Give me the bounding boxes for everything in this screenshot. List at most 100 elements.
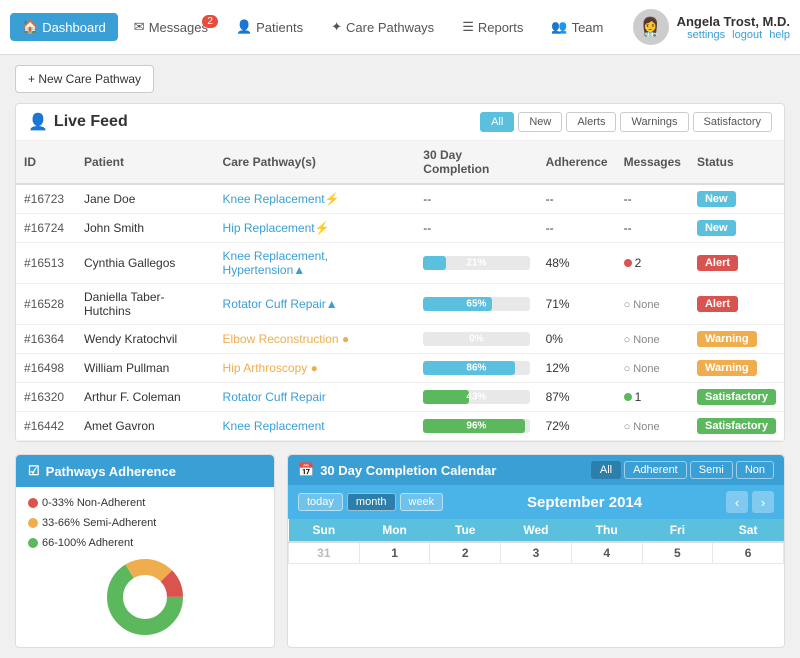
calendar-header: 📅 30 Day Completion Calendar All Adheren… bbox=[288, 455, 784, 485]
logout-link[interactable]: logout bbox=[732, 29, 762, 41]
cell-id: #16364 bbox=[16, 325, 76, 354]
calendar-icon: 📅 bbox=[298, 462, 314, 478]
table-row: #16364Wendy KratochvilElbow Reconstructi… bbox=[16, 325, 784, 354]
calendar-nav: ‹ › bbox=[726, 491, 774, 513]
cell-patient: Amet Gavron bbox=[76, 412, 215, 441]
cell-id: #16723 bbox=[16, 184, 76, 214]
cell-messages: 2 bbox=[616, 243, 689, 284]
cell-adherence: 12% bbox=[538, 354, 616, 383]
cell-completion: 96% bbox=[415, 412, 537, 441]
cal-filter-semi[interactable]: Semi bbox=[690, 461, 733, 479]
filter-warnings[interactable]: Warnings bbox=[620, 112, 688, 132]
home-icon: 🏠 bbox=[22, 19, 38, 35]
col-patient: Patient bbox=[76, 141, 215, 184]
cal-week-btn[interactable]: week bbox=[400, 493, 444, 511]
cal-month-btn[interactable]: month bbox=[347, 493, 396, 511]
donut-chart bbox=[28, 557, 262, 637]
col-id: ID bbox=[16, 141, 76, 184]
live-feed-title: 👤 Live Feed bbox=[28, 112, 128, 132]
calendar-sub-header: today month week September 2014 ‹ › bbox=[288, 485, 784, 519]
col-completion: 30 Day Completion bbox=[415, 141, 537, 184]
table-row: #16498William PullmanHip Arthroscopy ●86… bbox=[16, 354, 784, 383]
nav-care-pathways-label: Care Pathways bbox=[346, 20, 434, 35]
table-row: #16724John SmithHip Replacement⚡------Ne… bbox=[16, 214, 784, 243]
legend-dot-red bbox=[28, 498, 38, 508]
cell-completion: 21% bbox=[415, 243, 537, 284]
cal-mon: Mon bbox=[359, 519, 430, 542]
messages-icon: ✉ bbox=[134, 19, 145, 35]
adherence-header: ☑ Pathways Adherence bbox=[16, 455, 274, 487]
calendar-next-btn[interactable]: › bbox=[752, 491, 774, 513]
calendar-filter-buttons: All Adherent Semi Non bbox=[591, 461, 774, 479]
cell-status: New bbox=[689, 184, 784, 214]
team-icon: 👥 bbox=[551, 19, 567, 35]
filter-alerts[interactable]: Alerts bbox=[566, 112, 616, 132]
cell-adherence: 72% bbox=[538, 412, 616, 441]
legend-semi-adherent: 33-66% Semi-Adherent bbox=[28, 517, 156, 529]
cell-status: Satisfactory bbox=[689, 412, 784, 441]
cell-adherence: 48% bbox=[538, 243, 616, 284]
cal-cell: 6 bbox=[713, 542, 784, 564]
user-name: Angela Trost, M.D. bbox=[677, 14, 790, 29]
cell-pathway[interactable]: Hip Replacement⚡ bbox=[215, 214, 416, 243]
main-content: + New Care Pathway 👤 Live Feed All New A… bbox=[0, 55, 800, 658]
nav-team[interactable]: 👥 Team bbox=[539, 13, 615, 41]
cell-id: #16320 bbox=[16, 383, 76, 412]
cell-messages: -- bbox=[616, 214, 689, 243]
nav-dashboard[interactable]: 🏠 Dashboard bbox=[10, 13, 118, 41]
cell-messages: ○ None bbox=[616, 412, 689, 441]
calendar-days-header: Sun Mon Tue Wed Thu Fri Sat bbox=[289, 519, 784, 542]
cell-messages: 1 bbox=[616, 383, 689, 412]
calendar-title: 📅 30 Day Completion Calendar bbox=[298, 462, 496, 478]
cell-completion: 0% bbox=[415, 325, 537, 354]
filter-satisfactory[interactable]: Satisfactory bbox=[693, 112, 772, 132]
table-row: #16723Jane DoeKnee Replacement⚡------New bbox=[16, 184, 784, 214]
cell-status: Warning bbox=[689, 325, 784, 354]
cal-tue: Tue bbox=[430, 519, 501, 542]
cell-messages: ○ None bbox=[616, 325, 689, 354]
legend-non-adherent: 0-33% Non-Adherent bbox=[28, 497, 145, 509]
filter-all[interactable]: All bbox=[480, 112, 514, 132]
col-messages: Messages bbox=[616, 141, 689, 184]
new-care-pathway-button[interactable]: + New Care Pathway bbox=[15, 65, 154, 93]
live-feed-filters: All New Alerts Warnings Satisfactory bbox=[480, 112, 772, 132]
cell-completion: -- bbox=[415, 184, 537, 214]
settings-link[interactable]: settings bbox=[687, 29, 725, 41]
cal-today-btn[interactable]: today bbox=[298, 493, 343, 511]
cell-pathway[interactable]: Rotator Cuff Repair bbox=[215, 383, 416, 412]
cell-pathway[interactable]: Knee Replacement, Hypertension▲ bbox=[215, 243, 416, 284]
bottom-panels: ☑ Pathways Adherence 0-33% Non-Adherent … bbox=[15, 454, 785, 648]
nav-messages[interactable]: ✉ Messages 2 bbox=[122, 13, 220, 41]
cell-pathway[interactable]: Elbow Reconstruction ● bbox=[215, 325, 416, 354]
filter-new[interactable]: New bbox=[518, 112, 562, 132]
nav-care-pathways[interactable]: ✦ Care Pathways bbox=[319, 13, 446, 41]
cell-pathway[interactable]: Hip Arthroscopy ● bbox=[215, 354, 416, 383]
nav-team-label: Team bbox=[572, 20, 604, 35]
table-row: #16513Cynthia GallegosKnee Replacement, … bbox=[16, 243, 784, 284]
calendar-prev-btn[interactable]: ‹ bbox=[726, 491, 748, 513]
cell-status: New bbox=[689, 214, 784, 243]
cal-filter-adherent[interactable]: Adherent bbox=[624, 461, 687, 479]
cell-pathway[interactable]: Knee Replacement bbox=[215, 412, 416, 441]
cal-cell: 31 bbox=[289, 542, 360, 564]
cell-pathway[interactable]: Rotator Cuff Repair▲ bbox=[215, 284, 416, 325]
help-link[interactable]: help bbox=[769, 29, 790, 41]
cell-pathway[interactable]: Knee Replacement⚡ bbox=[215, 184, 416, 214]
live-feed-header: 👤 Live Feed All New Alerts Warnings Sati… bbox=[16, 104, 784, 141]
check-icon: ☑ bbox=[28, 463, 40, 479]
cal-filter-all[interactable]: All bbox=[591, 461, 621, 479]
cell-id: #16513 bbox=[16, 243, 76, 284]
nav-items: 🏠 Dashboard ✉ Messages 2 👤 Patients ✦ Ca… bbox=[10, 13, 615, 41]
cell-completion: 86% bbox=[415, 354, 537, 383]
nav-reports[interactable]: ☰ Reports bbox=[450, 13, 535, 41]
legend-adherent-label: 66-100% Adherent bbox=[42, 537, 133, 549]
cell-messages: ○ None bbox=[616, 354, 689, 383]
user-area: 👩‍⚕️ Angela Trost, M.D. settings logout … bbox=[633, 9, 790, 45]
legend-adherent: 66-100% Adherent bbox=[28, 537, 133, 549]
cell-patient: John Smith bbox=[76, 214, 215, 243]
adherence-body: 0-33% Non-Adherent 33-66% Semi-Adherent … bbox=[16, 487, 274, 647]
cal-filter-non[interactable]: Non bbox=[736, 461, 774, 479]
legend-non-adherent-label: 0-33% Non-Adherent bbox=[42, 497, 145, 509]
nav-patients[interactable]: 👤 Patients bbox=[224, 13, 315, 41]
reports-icon: ☰ bbox=[462, 19, 474, 35]
